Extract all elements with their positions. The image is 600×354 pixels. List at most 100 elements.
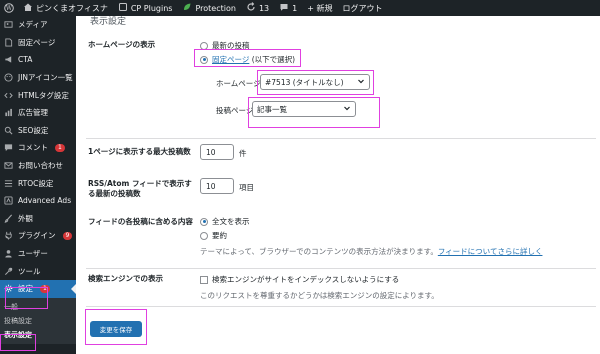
homepage-select[interactable]: #7513 (タイトルなし) xyxy=(260,74,370,90)
sidebar-item-label: 広告管理 xyxy=(18,108,48,118)
updates-link[interactable]: 13 xyxy=(241,0,274,16)
chart-icon xyxy=(4,108,13,117)
feed-content-description: テーマによって、ブラウザーでのコンテンツの表示方法が決まります。フィードについて… xyxy=(200,246,542,257)
posts-page-select-label: 投稿ページ: xyxy=(216,106,256,115)
brush-icon xyxy=(4,214,13,223)
comment-icon xyxy=(279,2,289,14)
divider xyxy=(86,306,596,307)
posts-per-page-unit: 件 xyxy=(239,149,247,158)
comments-link[interactable]: 1 xyxy=(274,0,302,16)
radio-latest-posts[interactable]: 最新の投稿 xyxy=(200,40,250,51)
mail-icon xyxy=(4,161,13,170)
notification-badge: 9 xyxy=(62,231,73,240)
wordpress-logo-icon[interactable]: W xyxy=(0,0,18,16)
feed-learn-more-link[interactable]: フィードについてさらに詳しく xyxy=(438,247,543,256)
sidebar-item-label: RTOC設定 xyxy=(18,178,54,188)
sidebar-item-list[interactable]: RTOC設定 xyxy=(0,174,76,192)
sidebar-item-chart[interactable]: 広告管理 xyxy=(0,104,76,122)
sidebar-item-code[interactable]: HTMLタグ設定 xyxy=(0,86,76,104)
comments-count: 1 xyxy=(292,3,298,13)
comment-icon xyxy=(4,143,13,152)
sidebar-item-comment[interactable]: コメント 1 xyxy=(0,139,76,157)
radio-summary-input[interactable] xyxy=(200,231,208,240)
list-icon xyxy=(4,179,13,188)
chevron-down-icon xyxy=(343,104,351,114)
settings-submenu: 一般 投稿設定 表示設定 xyxy=(0,297,76,344)
sidebar-item-brush[interactable]: 外観 xyxy=(0,210,76,228)
sidebar-item-label: 設定 xyxy=(18,284,33,294)
radio-latest-posts-input[interactable] xyxy=(200,41,208,50)
new-content-link[interactable]: + 新規 xyxy=(302,0,337,16)
sidebar-item-label: 外観 xyxy=(18,213,33,223)
noindex-checkbox[interactable]: 検索エンジンがサイトをインデックスしないようにする xyxy=(200,274,399,285)
sidebar-item-seo[interactable]: SEO設定 xyxy=(0,122,76,140)
sidebar-item-label: ユーザー xyxy=(18,249,48,259)
homepage-select-value: #7513 (タイトルなし) xyxy=(265,77,344,87)
feed-count-label: RSS/Atom フィードで表示する最新の投稿数 xyxy=(88,179,192,198)
settings-main: 表示設定 ホームページの表示 最新の投稿 固定ページ (以下で選択) ホームペー… xyxy=(76,16,600,354)
posts-per-page-label: 1ページに表示する最大投稿数 xyxy=(88,147,191,156)
sidebar-item-wrench[interactable]: ツール xyxy=(0,262,76,280)
save-changes-button[interactable]: 変更を保存 xyxy=(90,321,142,337)
feed-desc-text: テーマによって、ブラウザーでのコンテンツの表示方法が決まります。 xyxy=(200,247,438,256)
noindex-checkbox-input[interactable] xyxy=(200,275,208,284)
sidebar-item-plugin[interactable]: プラグイン 9 xyxy=(0,227,76,245)
noindex-checkbox-label: 検索エンジンがサイトをインデックスしないようにする xyxy=(212,275,400,284)
sidebar-item-media[interactable]: メディア xyxy=(0,16,76,34)
sidebar-item-ads[interactable]: Advanced Ads xyxy=(0,192,76,210)
sidebar-item-megaphone[interactable]: CTA xyxy=(0,51,76,69)
sidebar-item-face[interactable]: JINアイコン一覧 xyxy=(0,69,76,87)
feed-count-input[interactable]: 10 xyxy=(200,178,234,194)
radio-full-text-input[interactable] xyxy=(200,217,208,226)
plugin-icon xyxy=(4,231,13,240)
sidebar-item-label: メディア xyxy=(18,20,48,30)
radio-full-text[interactable]: 全文を表示 xyxy=(200,216,250,227)
sidebar-item-mail[interactable]: お問い合わせ xyxy=(0,157,76,175)
home-icon xyxy=(23,2,33,14)
radio-summary-label: 要約 xyxy=(212,231,227,240)
notification-badge: 1 xyxy=(40,284,50,293)
leaf-icon xyxy=(182,2,192,14)
sidebar-item-label: Advanced Ads xyxy=(18,196,72,206)
radio-full-text-label: 全文を表示 xyxy=(212,217,250,226)
page-icon xyxy=(4,38,13,47)
seo-icon xyxy=(4,126,13,135)
settings-icon xyxy=(4,284,13,293)
plugin-icon xyxy=(118,2,128,14)
site-name: ピンくまオフィスナ xyxy=(36,3,108,13)
static-page-link[interactable]: 固定ページ xyxy=(212,55,249,64)
protection-link[interactable]: Protection xyxy=(177,0,240,16)
admin-sidebar: メディア固定ページ CTA JINアイコン一覧 HTMLタグ設定広告管理 SEO設定 コメ… xyxy=(0,16,76,354)
chevron-down-icon xyxy=(357,77,365,87)
submenu-item[interactable]: 表示設定 xyxy=(0,328,76,342)
sidebar-item-user[interactable]: ユーザー xyxy=(0,245,76,263)
logout-link[interactable]: ログアウト xyxy=(337,0,387,16)
megaphone-icon xyxy=(4,55,13,64)
page-title: 表示設定 xyxy=(90,17,127,27)
refresh-icon xyxy=(246,2,256,14)
svg-text:W: W xyxy=(6,5,13,12)
cp-plugins-label: CP Plugins xyxy=(130,3,173,13)
radio-static-page-input[interactable] xyxy=(200,55,208,64)
user-icon xyxy=(4,249,13,258)
posts-per-page-input[interactable]: 10 xyxy=(200,144,234,160)
updates-count: 13 xyxy=(258,3,270,13)
sidebar-item-page[interactable]: 固定ページ xyxy=(0,34,76,52)
submenu-item[interactable]: 一般 xyxy=(0,300,76,314)
media-icon xyxy=(4,20,13,29)
homepage-display-label: ホームページの表示 xyxy=(88,40,156,49)
sidebar-item-label: 固定ページ xyxy=(18,37,56,47)
radio-summary[interactable]: 要約 xyxy=(200,230,227,241)
sidebar-item-label: プラグイン xyxy=(18,231,56,241)
sidebar-item-settings[interactable]: 設定 1 xyxy=(0,279,76,298)
radio-static-page[interactable]: 固定ページ (以下で選択) xyxy=(200,54,295,65)
search-engine-label: 検索エンジンでの表示 xyxy=(88,274,163,283)
posts-page-select[interactable]: 記事一覧 xyxy=(252,101,356,117)
notification-badge: 1 xyxy=(55,143,65,152)
wrench-icon xyxy=(4,267,13,276)
feed-count-unit: 項目 xyxy=(239,183,254,192)
feed-content-label: フィードの各投稿に含める内容 xyxy=(88,217,193,226)
sidebar-item-label: CTA xyxy=(18,55,33,65)
submenu-item[interactable]: 投稿設定 xyxy=(0,314,76,328)
sidebar-item-label: JINアイコン一覧 xyxy=(18,73,73,83)
